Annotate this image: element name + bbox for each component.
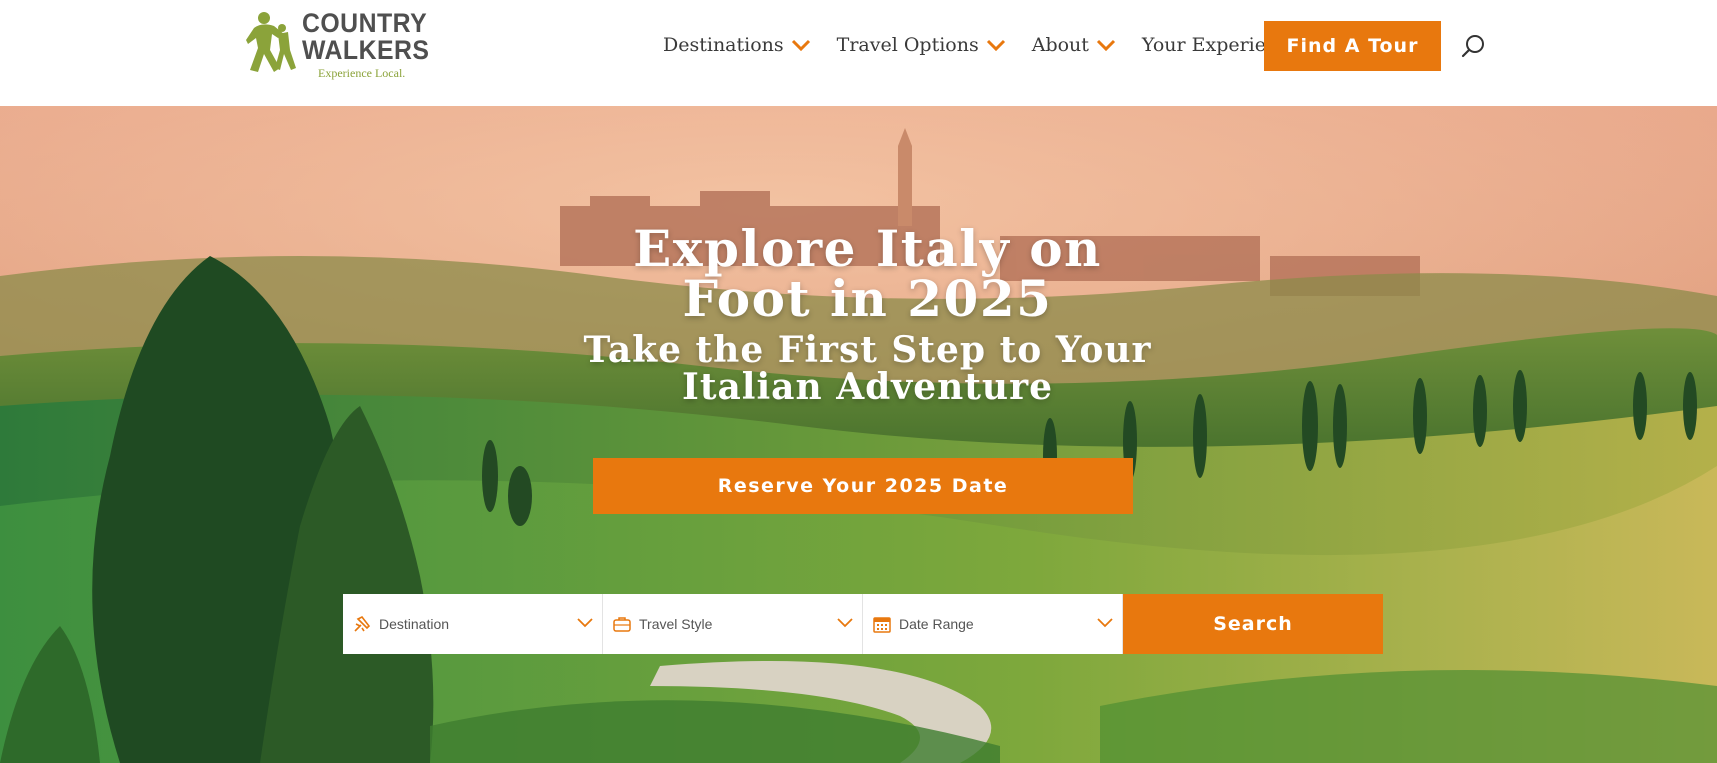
chevron-down-icon [1096, 39, 1115, 51]
nav-item-travel-options[interactable]: Travel Options [837, 34, 1006, 56]
main-nav: Destinations Travel Options About Your E… [663, 30, 1326, 60]
hero-subtitle: Take the First Step to Your Italian Adve… [583, 329, 1152, 408]
travel-style-label: Travel Style [639, 616, 713, 632]
country-walkers-logo[interactable]: COUNTRY WALKERS Experience Local. [244, 10, 456, 82]
hero-title: Explore Italy on Foot in 2025 [633, 219, 1102, 328]
destination-select[interactable]: Destination [343, 594, 603, 654]
tour-search-bar: Destination Travel Style Date Range Sear… [343, 594, 1383, 654]
find-a-tour-button[interactable]: Find A Tour [1264, 21, 1441, 71]
logo-tagline: Experience Local. [318, 66, 406, 80]
chevron-down-icon [986, 39, 1005, 51]
logo-word-walkers: WALKERS [302, 35, 430, 65]
airplane-icon [354, 615, 371, 632]
reserve-date-button[interactable]: Reserve Your 2025 Date [593, 458, 1133, 514]
nav-item-about[interactable]: About [1032, 34, 1116, 56]
site-header: COUNTRY WALKERS Experience Local. Destin… [0, 0, 1717, 106]
search-icon[interactable] [1460, 33, 1486, 59]
chevron-down-icon [837, 618, 853, 628]
chevron-down-icon [577, 618, 593, 628]
nav-item-label: Destinations [663, 34, 784, 56]
walker-figure-icon [246, 12, 296, 72]
hero-section: Explore Italy on Foot in 2025 Take the F… [0, 106, 1717, 763]
destination-label: Destination [379, 616, 450, 632]
logo-word-country: COUNTRY [302, 8, 428, 38]
nav-item-label: About [1031, 34, 1089, 56]
nav-item-label: Travel Options [836, 34, 979, 56]
date-range-label: Date Range [899, 616, 974, 632]
search-button[interactable]: Search [1123, 594, 1383, 654]
travel-style-select[interactable]: Travel Style [603, 594, 863, 654]
tuscany-landscape-image [0, 106, 1717, 763]
chevron-down-icon [1097, 618, 1113, 628]
suitcase-icon [613, 617, 631, 632]
date-range-select[interactable]: Date Range [863, 594, 1123, 654]
nav-item-destinations[interactable]: Destinations [663, 34, 811, 56]
chevron-down-icon [791, 39, 810, 51]
calendar-icon [873, 617, 891, 633]
